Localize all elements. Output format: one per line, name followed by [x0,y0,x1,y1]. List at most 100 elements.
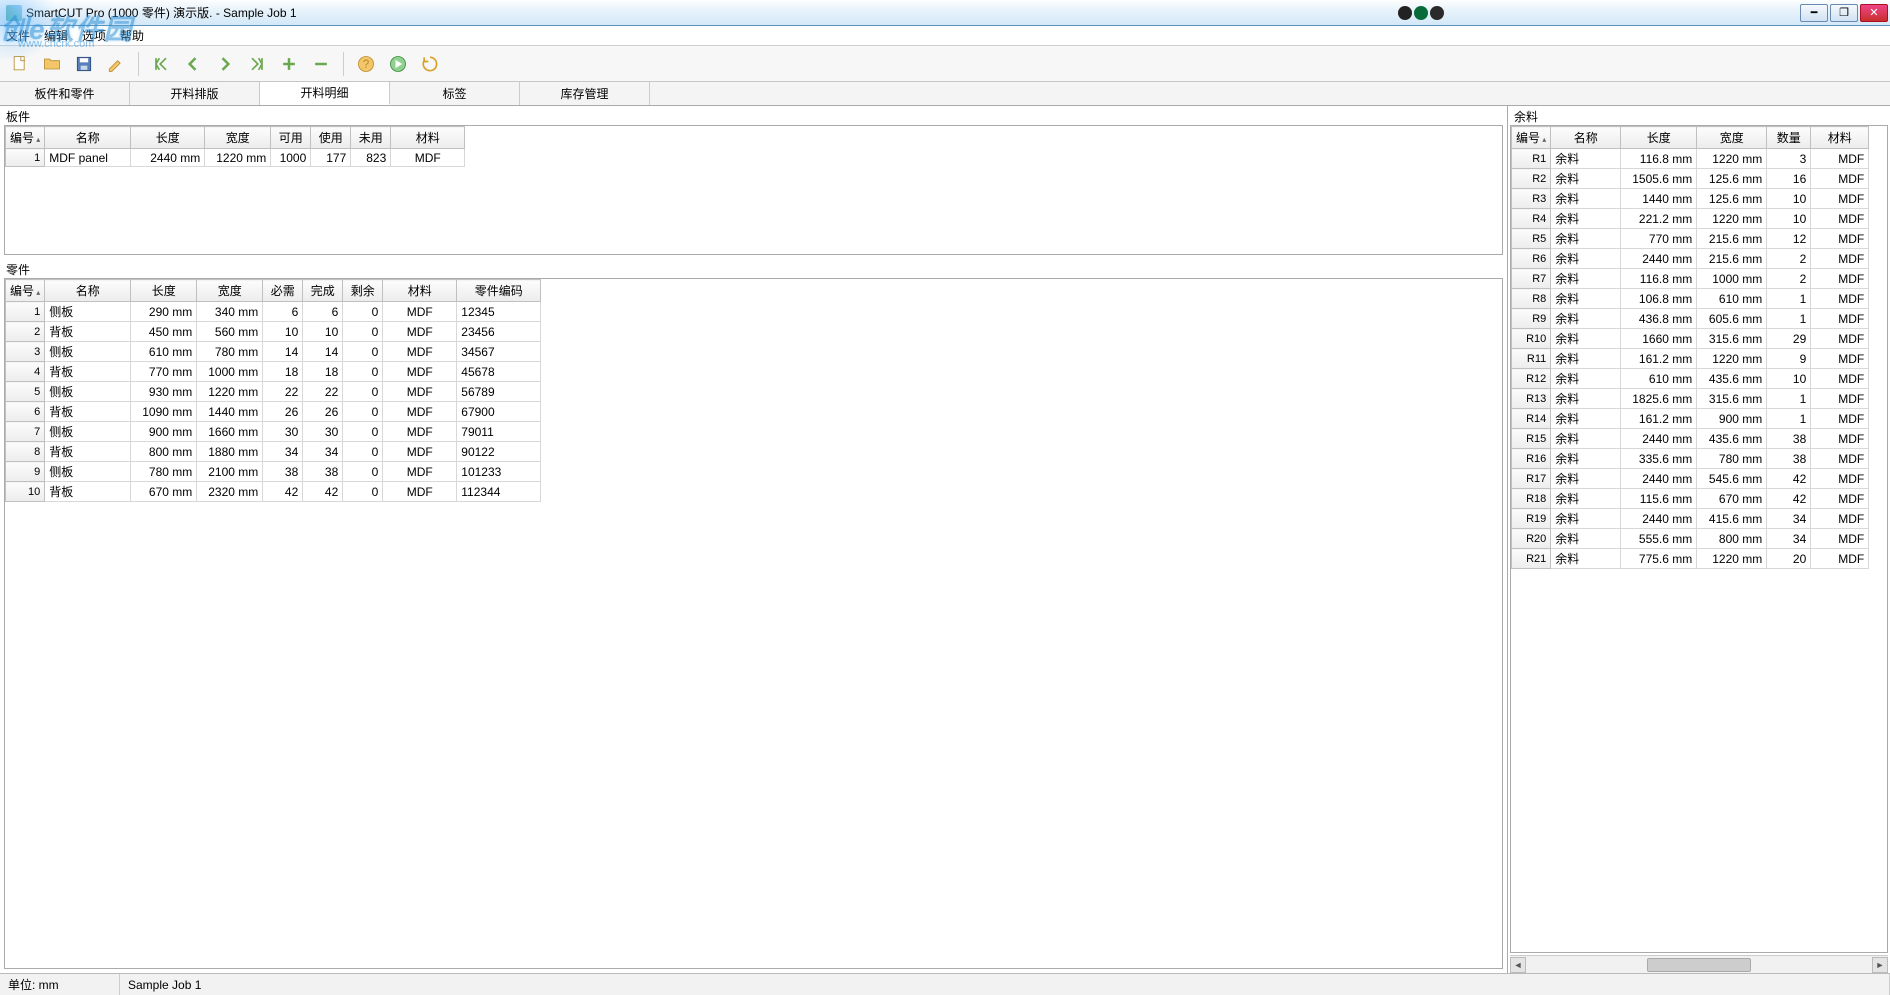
table-row[interactable]: R2余料1505.6 mm125.6 mm16MDF [1512,169,1869,189]
scroll-right-icon[interactable]: ► [1872,957,1888,973]
offcuts-col-qty[interactable]: 数量 [1767,127,1811,149]
statusbar: 单位: mm Sample Job 1 [0,973,1890,995]
parts-table[interactable]: 编号 名称 长度 宽度 必需 完成 剩余 材料 零件编码 1侧板290 mm34… [5,279,541,502]
run-button[interactable] [384,50,412,78]
offcuts-label: 余料 [1508,106,1890,125]
parts-col-remain[interactable]: 剩余 [343,280,383,302]
next-button[interactable] [211,50,239,78]
window-title: SmartCUT Pro (1000 零件) 演示版. - Sample Job… [26,4,297,21]
table-row[interactable]: R7余料116.8 mm1000 mm2MDF [1512,269,1869,289]
parts-col-length[interactable]: 长度 [131,280,197,302]
offcuts-col-name[interactable]: 名称 [1551,127,1621,149]
table-row[interactable]: 1侧板290 mm340 mm660MDF12345 [6,302,541,322]
save-button[interactable] [70,50,98,78]
table-row[interactable]: R15余料2440 mm435.6 mm38MDF [1512,429,1869,449]
table-row[interactable]: R21余料775.6 mm1220 mm20MDF [1512,549,1869,569]
tab-labels[interactable]: 标签 [390,82,520,105]
menu-options[interactable]: 选项 [82,27,106,44]
tab-panels-parts[interactable]: 板件和零件 [0,82,130,105]
table-row[interactable]: R20余料555.6 mm800 mm34MDF [1512,529,1869,549]
first-button[interactable] [147,50,175,78]
table-row[interactable]: R12余料610 mm435.6 mm10MDF [1512,369,1869,389]
svg-text:?: ? [363,58,370,71]
scroll-left-icon[interactable]: ◄ [1510,957,1526,973]
status-job: Sample Job 1 [120,974,1890,995]
panels-col-used[interactable]: 使用 [311,127,351,149]
tab-layout[interactable]: 开料排版 [130,82,260,105]
table-row[interactable]: R16余料335.6 mm780 mm38MDF [1512,449,1869,469]
right-pane: 余料 编号 名称 长度 宽度 数量 材料 R1余料116.8 mm1220 mm… [1508,106,1890,973]
table-row[interactable]: R18余料115.6 mm670 mm42MDF [1512,489,1869,509]
add-button[interactable] [275,50,303,78]
menu-edit[interactable]: 编辑 [44,27,68,44]
table-row[interactable]: 1MDF panel2440 mm1220 mm1000177823MDF [6,149,465,167]
table-row[interactable]: 3侧板610 mm780 mm14140MDF34567 [6,342,541,362]
table-row[interactable]: R9余料436.8 mm605.6 mm1MDF [1512,309,1869,329]
table-row[interactable]: 4背板770 mm1000 mm18180MDF45678 [6,362,541,382]
parts-label: 零件 [0,259,1507,278]
parts-col-name[interactable]: 名称 [45,280,131,302]
table-row[interactable]: R14余料161.2 mm900 mm1MDF [1512,409,1869,429]
panels-col-material[interactable]: 材料 [391,127,465,149]
menubar: 文件 编辑 选项 帮助 [0,26,1890,46]
offcuts-table[interactable]: 编号 名称 长度 宽度 数量 材料 R1余料116.8 mm1220 mm3MD… [1511,126,1869,569]
table-row[interactable]: R1余料116.8 mm1220 mm3MDF [1512,149,1869,169]
left-pane: 板件 编号 名称 长度 宽度 可用 使用 未用 材料 1MDF panel244… [0,106,1508,973]
close-button[interactable]: ✕ [1860,4,1888,22]
table-row[interactable]: R10余料1660 mm315.6 mm29MDF [1512,329,1869,349]
table-row[interactable]: 9侧板780 mm2100 mm38380MDF101233 [6,462,541,482]
menu-file[interactable]: 文件 [6,27,30,44]
panels-table[interactable]: 编号 名称 长度 宽度 可用 使用 未用 材料 1MDF panel2440 m… [5,126,465,167]
edit-button[interactable] [102,50,130,78]
offcuts-col-width[interactable]: 宽度 [1697,127,1767,149]
maximize-button[interactable]: ❐ [1830,4,1858,22]
panels-col-unused[interactable]: 未用 [351,127,391,149]
last-button[interactable] [243,50,271,78]
panels-col-id[interactable]: 编号 [6,127,45,149]
table-row[interactable]: R19余料2440 mm415.6 mm34MDF [1512,509,1869,529]
minimize-button[interactable]: ━ [1800,4,1828,22]
remove-button[interactable] [307,50,335,78]
table-row[interactable]: 6背板1090 mm1440 mm26260MDF67900 [6,402,541,422]
toolbar: ? [0,46,1890,82]
table-row[interactable]: R3余料1440 mm125.6 mm10MDF [1512,189,1869,209]
table-row[interactable]: 2背板450 mm560 mm10100MDF23456 [6,322,541,342]
refresh-button[interactable] [416,50,444,78]
panels-col-avail[interactable]: 可用 [271,127,311,149]
help-button[interactable]: ? [352,50,380,78]
offcuts-col-material[interactable]: 材料 [1811,127,1869,149]
table-row[interactable]: 8背板800 mm1880 mm34340MDF90122 [6,442,541,462]
table-row[interactable]: 7侧板900 mm1660 mm30300MDF79011 [6,422,541,442]
parts-col-need[interactable]: 必需 [263,280,303,302]
parts-col-width[interactable]: 宽度 [197,280,263,302]
table-row[interactable]: 5侧板930 mm1220 mm22220MDF56789 [6,382,541,402]
panels-col-width[interactable]: 宽度 [205,127,271,149]
tab-detail[interactable]: 开料明细 [260,82,390,105]
new-button[interactable] [6,50,34,78]
table-row[interactable]: R6余料2440 mm215.6 mm2MDF [1512,249,1869,269]
prev-button[interactable] [179,50,207,78]
panels-col-name[interactable]: 名称 [45,127,131,149]
table-row[interactable]: R8余料106.8 mm610 mm1MDF [1512,289,1869,309]
panels-col-length[interactable]: 长度 [131,127,205,149]
offcuts-col-id[interactable]: 编号 [1512,127,1551,149]
main-area: 板件 编号 名称 长度 宽度 可用 使用 未用 材料 1MDF panel244… [0,106,1890,973]
menu-help[interactable]: 帮助 [120,27,144,44]
offcuts-col-length[interactable]: 长度 [1621,127,1697,149]
titlebar: SmartCUT Pro (1000 零件) 演示版. - Sample Job… [0,0,1890,26]
tabbar: 板件和零件 开料排版 开料明细 标签 库存管理 [0,82,1890,106]
table-row[interactable]: R13余料1825.6 mm315.6 mm1MDF [1512,389,1869,409]
parts-col-code[interactable]: 零件编码 [457,280,541,302]
open-button[interactable] [38,50,66,78]
table-row[interactable]: R11余料161.2 mm1220 mm9MDF [1512,349,1869,369]
panels-section: 板件 编号 名称 长度 宽度 可用 使用 未用 材料 1MDF panel244… [0,106,1507,259]
parts-col-material[interactable]: 材料 [383,280,457,302]
table-row[interactable]: R4余料221.2 mm1220 mm10MDF [1512,209,1869,229]
tab-stock[interactable]: 库存管理 [520,82,650,105]
table-row[interactable]: R5余料770 mm215.6 mm12MDF [1512,229,1869,249]
parts-col-id[interactable]: 编号 [6,280,45,302]
table-row[interactable]: 10背板670 mm2320 mm42420MDF112344 [6,482,541,502]
offcuts-hscrollbar[interactable]: ◄ ► [1510,955,1888,973]
parts-col-done[interactable]: 完成 [303,280,343,302]
table-row[interactable]: R17余料2440 mm545.6 mm42MDF [1512,469,1869,489]
